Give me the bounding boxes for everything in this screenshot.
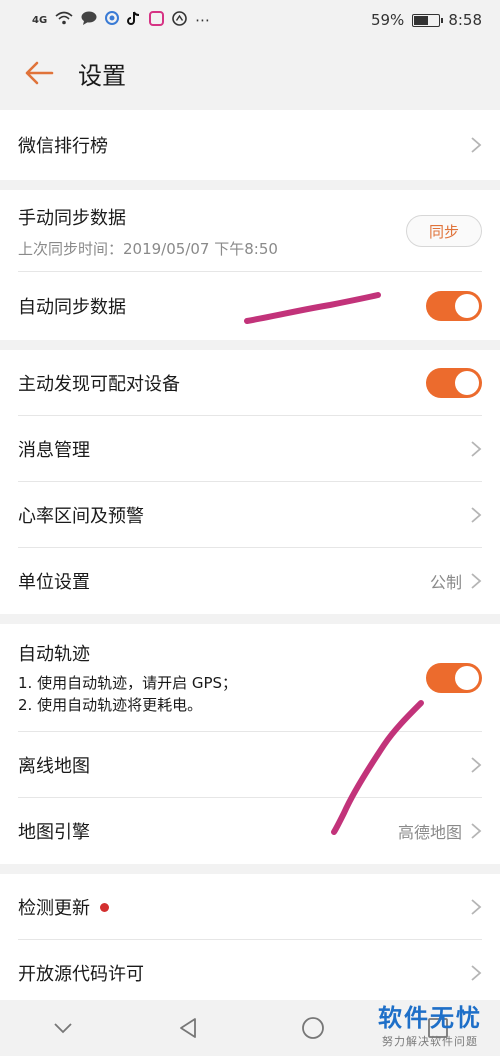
manual-sync-item: 手动同步数据 上次同步时间：2019/05/07 下午8:50 同步 xyxy=(0,190,500,272)
battery-icon xyxy=(412,13,444,27)
page-title: 设置 xyxy=(78,61,126,90)
clock: 8:58 xyxy=(448,11,482,29)
offline-map-label: 离线地图 xyxy=(18,756,90,777)
open-source-label: 开放源代码许可 xyxy=(18,964,144,985)
status-icons-right: 59% 8:58 xyxy=(371,11,482,29)
manual-sync-label: 手动同步数据 xyxy=(18,207,126,229)
app-notification-icon xyxy=(105,11,120,29)
auto-track-note-2: 2. 使用自动轨迹将更耗电。 xyxy=(18,696,203,714)
auto-track-note-1: 1. 使用自动轨迹，请开启 GPS； xyxy=(18,674,238,692)
watermark-main: 软件无忧 xyxy=(378,1004,482,1032)
chevron-right-icon xyxy=(471,965,482,981)
section-gap xyxy=(0,864,500,874)
sync-button[interactable]: 同步 xyxy=(406,215,482,247)
discover-devices-toggle[interactable] xyxy=(426,368,482,398)
circle-app-icon xyxy=(172,10,187,30)
auto-sync-toggle[interactable] xyxy=(426,291,482,321)
nav-back-button[interactable] xyxy=(168,1008,208,1048)
network-indicator: 4G xyxy=(32,14,48,26)
update-badge xyxy=(100,902,109,912)
offline-map-item[interactable]: 离线地图 xyxy=(0,732,500,798)
message-icon xyxy=(81,11,97,29)
auto-track-label: 自动轨迹 xyxy=(18,644,90,665)
triangle-back-icon xyxy=(179,1018,196,1038)
nav-home-button[interactable] xyxy=(293,1008,333,1048)
watermark-logo: 软件无忧 努力解决软件问题 xyxy=(378,998,482,1049)
toggle-knob xyxy=(455,666,479,690)
settings-list: 微信排行榜 手动同步数据 上次同步时间：2019/05/07 下午8:50 同步… xyxy=(0,106,500,1006)
message-management-label: 消息管理 xyxy=(18,440,90,461)
auto-sync-item: 自动同步数据 xyxy=(0,272,500,340)
chevron-right-icon xyxy=(471,507,482,523)
app-bar: 设置 xyxy=(0,40,500,106)
discover-devices-item: 主动发现可配对设备 xyxy=(0,350,500,416)
units-label: 单位设置 xyxy=(18,572,90,593)
status-bar: 4G ⋯ 59% 8:58 xyxy=(0,0,500,40)
back-button[interactable] xyxy=(22,56,56,90)
wifi-icon xyxy=(55,11,73,29)
square-app-icon xyxy=(149,10,165,30)
toggle-knob xyxy=(455,294,479,318)
check-update-item[interactable]: 检测更新 xyxy=(0,874,500,940)
chevron-right-icon xyxy=(471,757,482,773)
message-management-item[interactable]: 消息管理 xyxy=(0,416,500,482)
toggle-knob xyxy=(455,371,479,395)
status-icons-left: 4G ⋯ xyxy=(32,10,211,30)
tiktok-icon xyxy=(127,11,141,30)
watermark-sub: 努力解决软件问题 xyxy=(382,1035,478,1048)
wechat-rank-item[interactable]: 微信排行榜 xyxy=(0,110,500,180)
arrow-left-icon xyxy=(25,61,54,85)
discover-devices-label: 主动发现可配对设备 xyxy=(18,374,180,395)
chevron-right-icon xyxy=(471,441,482,457)
chevron-right-icon xyxy=(471,899,482,915)
more-notifications: ⋯ xyxy=(195,11,211,29)
battery-percent: 59% xyxy=(370,11,405,29)
auto-track-toggle[interactable] xyxy=(426,663,482,693)
map-engine-item[interactable]: 地图引擎 高德地图 xyxy=(0,798,500,864)
section-gap xyxy=(0,180,500,190)
last-sync-time: 上次同步时间：2019/05/07 下午8:50 xyxy=(18,239,278,258)
units-item[interactable]: 单位设置 公制 xyxy=(0,548,500,614)
section-gap xyxy=(0,614,500,624)
units-value: 公制 xyxy=(429,573,462,592)
section-gap xyxy=(0,340,500,350)
chevron-down-icon xyxy=(53,1023,72,1034)
check-update-label: 检测更新 xyxy=(18,898,90,919)
heart-rate-label: 心率区间及预警 xyxy=(18,506,144,527)
map-engine-label: 地图引擎 xyxy=(18,822,90,843)
chevron-right-icon xyxy=(471,823,482,839)
heart-rate-item[interactable]: 心率区间及预警 xyxy=(0,482,500,548)
chevron-right-icon xyxy=(471,137,482,153)
hide-nav-button[interactable] xyxy=(43,1008,83,1048)
open-source-item[interactable]: 开放源代码许可 xyxy=(0,940,500,1006)
auto-track-item: 自动轨迹 1. 使用自动轨迹，请开启 GPS； 2. 使用自动轨迹将更耗电。 xyxy=(0,624,500,732)
map-engine-value: 高德地图 xyxy=(397,823,462,842)
chevron-right-icon xyxy=(471,573,482,589)
auto-sync-label: 自动同步数据 xyxy=(18,297,126,318)
circle-home-icon xyxy=(301,1017,324,1039)
wechat-rank-label: 微信排行榜 xyxy=(18,136,108,157)
